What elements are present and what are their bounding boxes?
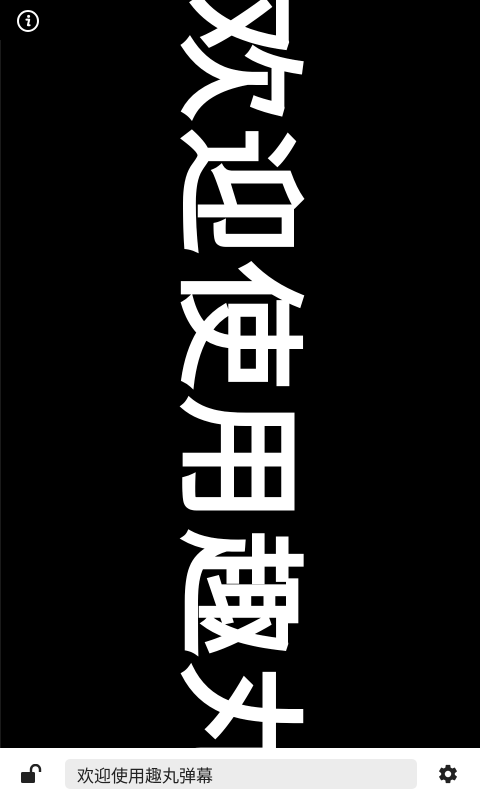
danmaku-screen: 欢迎使用趣丸 — [0, 0, 480, 800]
unlock-icon — [21, 763, 42, 783]
info-icon — [17, 10, 39, 32]
marquee-text: 欢迎使用趣丸 — [163, 0, 312, 798]
info-button[interactable] — [16, 9, 40, 33]
settings-button[interactable] — [437, 763, 459, 785]
bottom-bar — [0, 748, 480, 800]
gear-icon — [439, 764, 457, 784]
lock-button[interactable] — [20, 763, 44, 784]
danmaku-message-input[interactable] — [65, 759, 417, 789]
